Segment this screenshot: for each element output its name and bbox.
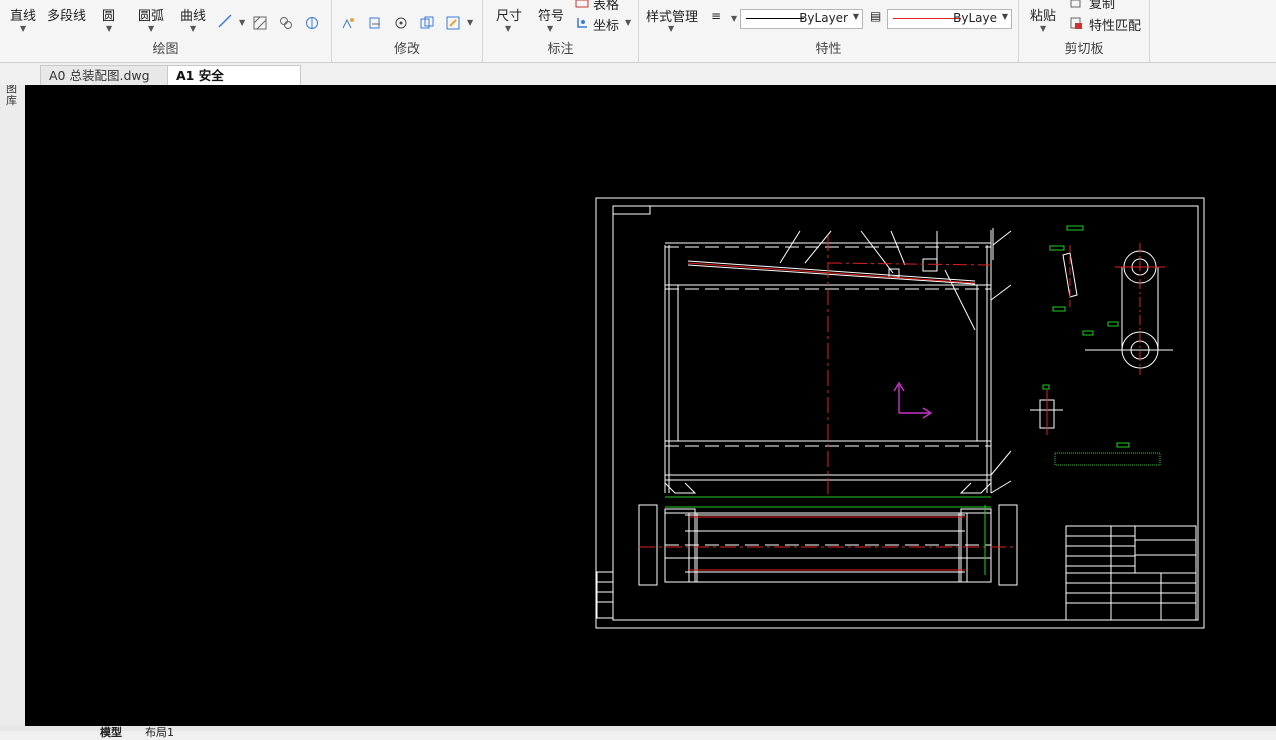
annotate-group: 尺寸 ▼ 符号 ▼ 表格 坐标 ▼ 标注: [483, 0, 639, 62]
tab-layout1[interactable]: 布局1: [145, 724, 174, 740]
table-button[interactable]: 表格: [593, 0, 619, 13]
tab-a1-safety-gear[interactable]: A1 安全钳.dwg×: [167, 65, 301, 103]
region-icon[interactable]: [279, 16, 293, 30]
lineweight-icon[interactable]: ≡: [711, 9, 721, 23]
arc-dropdown-icon[interactable]: ▼: [148, 24, 154, 33]
table-icon[interactable]: [575, 0, 589, 8]
style-manager-button[interactable]: 样式管理: [646, 6, 698, 25]
symbol-button[interactable]: 符号: [538, 5, 564, 24]
paste-dropdown-icon[interactable]: ▼: [1040, 24, 1046, 33]
linetype-combo[interactable]: ByLayer ▼: [740, 9, 863, 29]
library-label[interactable]: 图库: [6, 83, 18, 107]
symbol-dropdown-icon[interactable]: ▼: [547, 24, 553, 33]
dimension-dropdown-icon[interactable]: ▼: [505, 24, 511, 33]
circle-button[interactable]: 圆: [102, 5, 115, 24]
paste-button[interactable]: 粘贴: [1030, 5, 1056, 24]
copy-button[interactable]: 复制: [1089, 0, 1115, 12]
clipboard-group: 粘贴 ▼ 复制 特性匹配 剪切板: [1019, 0, 1150, 62]
linetype-preview: [746, 18, 804, 19]
boundary-icon[interactable]: [305, 16, 319, 30]
lineweight-dropdown-icon[interactable]: ▼: [731, 14, 737, 23]
properties-group: 样式管理 ▼ ≡ ▼ ByLayer ▼ ▤ ByLaye ▼ 特性: [639, 0, 1019, 62]
line-button[interactable]: 直线: [10, 5, 36, 24]
ucs-icon: [893, 381, 933, 419]
tab-label: A0 总装配图.dwg: [49, 68, 150, 83]
color-combo[interactable]: ByLaye ▼: [887, 9, 1012, 29]
ribbon: 直线 ▼ 多段线 圆 ▼ 圆弧 ▼ 曲线 ▼ ▼ 绘图 ▼ 修改 尺寸 ▼ 符号…: [0, 0, 1276, 63]
color-preview: [893, 18, 961, 19]
draw-group: 直线 ▼ 多段线 圆 ▼ 圆弧 ▼ 曲线 ▼ ▼ 绘图: [0, 0, 332, 62]
detail-views: [1030, 250, 1173, 429]
copy-icon[interactable]: [1070, 0, 1084, 8]
move-icon[interactable]: [341, 16, 355, 30]
color-icon[interactable]: ▤: [870, 9, 881, 23]
section-view-accents: [639, 496, 1017, 575]
offset-icon[interactable]: [420, 16, 434, 30]
linetype-dropdown-icon[interactable]: ▼: [853, 12, 859, 21]
annotate-group-title: 标注: [547, 42, 574, 57]
drawing-canvas[interactable]: [25, 85, 1276, 726]
linetype-value: ByLayer: [799, 11, 848, 25]
tab-a0-assembly[interactable]: A0 总装配图.dwg: [40, 65, 173, 86]
front-view: [664, 228, 1012, 494]
color-dropdown-icon[interactable]: ▼: [1002, 12, 1008, 21]
clipboard-group-title: 剪切板: [1064, 42, 1104, 57]
properties-group-title: 特性: [815, 42, 842, 57]
coordinate-dropdown-icon[interactable]: ▼: [625, 18, 631, 27]
tab-model[interactable]: 模型: [100, 724, 122, 740]
arc-button[interactable]: 圆弧: [138, 5, 164, 24]
document-tabbar: A0 总装配图.dwg A1 安全钳.dwg×: [0, 63, 1276, 103]
coordinate-button[interactable]: 坐标: [593, 15, 619, 34]
rotate-icon[interactable]: [394, 16, 408, 30]
curve-dropdown-icon[interactable]: ▼: [190, 24, 196, 33]
color-value: ByLaye: [953, 11, 997, 25]
dimension-button[interactable]: 尺寸: [496, 5, 522, 24]
curve-button[interactable]: 曲线: [180, 5, 206, 24]
title-block: [1065, 525, 1197, 621]
coordinate-icon[interactable]: [575, 16, 589, 30]
line-dropdown-icon[interactable]: ▼: [20, 24, 26, 33]
circle-dropdown-icon[interactable]: ▼: [106, 24, 112, 33]
drawing-svg: [595, 197, 1205, 629]
array-icon[interactable]: [446, 16, 460, 30]
copy-object-icon[interactable]: [368, 16, 382, 30]
array-dropdown-icon[interactable]: ▼: [467, 18, 473, 27]
section-view: [596, 504, 1018, 619]
style-manager-dropdown-icon[interactable]: ▼: [668, 24, 674, 33]
construction-line-icon[interactable]: [218, 14, 232, 28]
layout-tabbar: 模型 布局1: [0, 726, 1276, 739]
construction-line-dropdown-icon[interactable]: ▼: [239, 18, 245, 27]
modify-group: ▼ 修改: [332, 0, 483, 62]
modify-group-title: 修改: [393, 42, 420, 57]
draw-group-title: 绘图: [152, 42, 179, 57]
front-view-centerlines: [687, 235, 992, 495]
left-toolstrip: 图库: [0, 63, 25, 731]
match-properties-icon[interactable]: [1070, 16, 1084, 30]
hatch-icon[interactable]: [253, 16, 267, 30]
match-properties-button[interactable]: 特性匹配: [1089, 15, 1141, 34]
polyline-button[interactable]: 多段线: [47, 5, 86, 24]
